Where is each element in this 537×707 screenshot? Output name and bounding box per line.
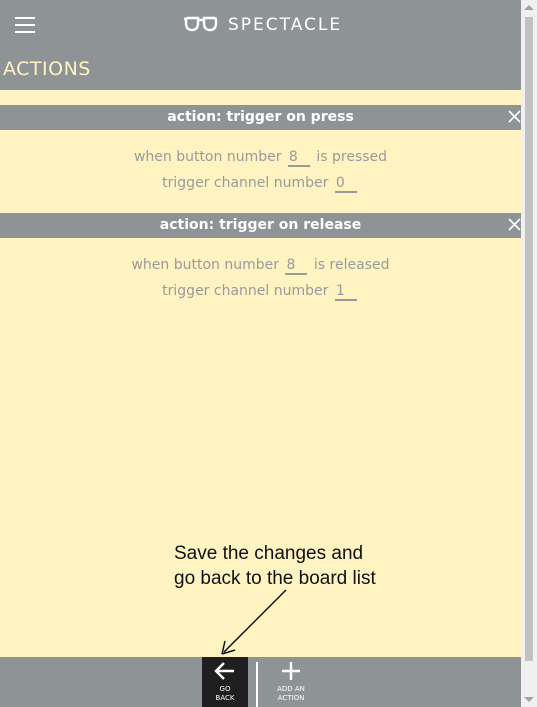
button-number-input[interactable]: 8: [287, 150, 310, 167]
vertical-scrollbar[interactable]: [521, 0, 537, 707]
button-condition-row: when button number 8 is pressed: [0, 149, 521, 167]
channel-number-input[interactable]: 0: [334, 176, 357, 193]
action-title: action: trigger on press: [167, 109, 354, 125]
action-title: action: trigger on release: [159, 217, 362, 233]
toolbar-divider: [256, 662, 258, 707]
close-icon[interactable]: [507, 105, 521, 130]
condition-label: when button number: [133, 149, 282, 165]
condition-suffix: is pressed: [316, 149, 388, 165]
scroll-up-arrow-icon[interactable]: [524, 5, 534, 10]
channel-row: trigger channel number 0: [0, 175, 521, 193]
channel-number-input[interactable]: 1: [334, 284, 357, 301]
button-condition-row: when button number 8 is released: [0, 257, 521, 275]
condition-suffix: is released: [313, 257, 390, 273]
close-icon[interactable]: [507, 213, 521, 238]
action-header-press: action: trigger on press: [0, 105, 521, 130]
tutorial-annotation: Save the changes and go back to the boar…: [174, 541, 376, 591]
go-back-label-1: GO: [219, 685, 231, 693]
brand-logo: SPECTACLE: [184, 14, 342, 36]
add-action-button[interactable]: ADD AN ACTION: [262, 657, 320, 707]
button-number-input[interactable]: 8: [285, 258, 308, 275]
hamburger-menu-icon[interactable]: [15, 17, 35, 35]
plus-icon: [282, 662, 300, 680]
arrow-left-icon: [214, 662, 234, 680]
scroll-down-arrow-icon[interactable]: [524, 697, 534, 702]
page-title: ACTIONS: [3, 58, 91, 80]
action-header-release: action: trigger on release: [0, 213, 521, 238]
add-action-label-1: ADD AN: [277, 685, 305, 693]
scrollbar-thumb[interactable]: [525, 17, 533, 661]
go-back-button[interactable]: GO BACK: [202, 657, 248, 707]
condition-label: when button number: [131, 257, 280, 273]
channel-label: trigger channel number: [162, 283, 329, 299]
channel-row: trigger channel number 1: [0, 283, 521, 301]
add-action-label-2: ACTION: [277, 694, 305, 702]
top-header: SPECTACLE ACTIONS: [0, 0, 521, 90]
brand-name: SPECTACLE: [228, 15, 343, 35]
bottom-toolbar: GO BACK ADD AN ACTION: [0, 657, 521, 707]
go-back-label-2: BACK: [215, 694, 235, 702]
annotation-line-1: Save the changes and: [174, 543, 364, 564]
annotation-arrow: [221, 589, 287, 655]
glasses-icon: [184, 16, 218, 32]
channel-label: trigger channel number: [162, 175, 329, 191]
